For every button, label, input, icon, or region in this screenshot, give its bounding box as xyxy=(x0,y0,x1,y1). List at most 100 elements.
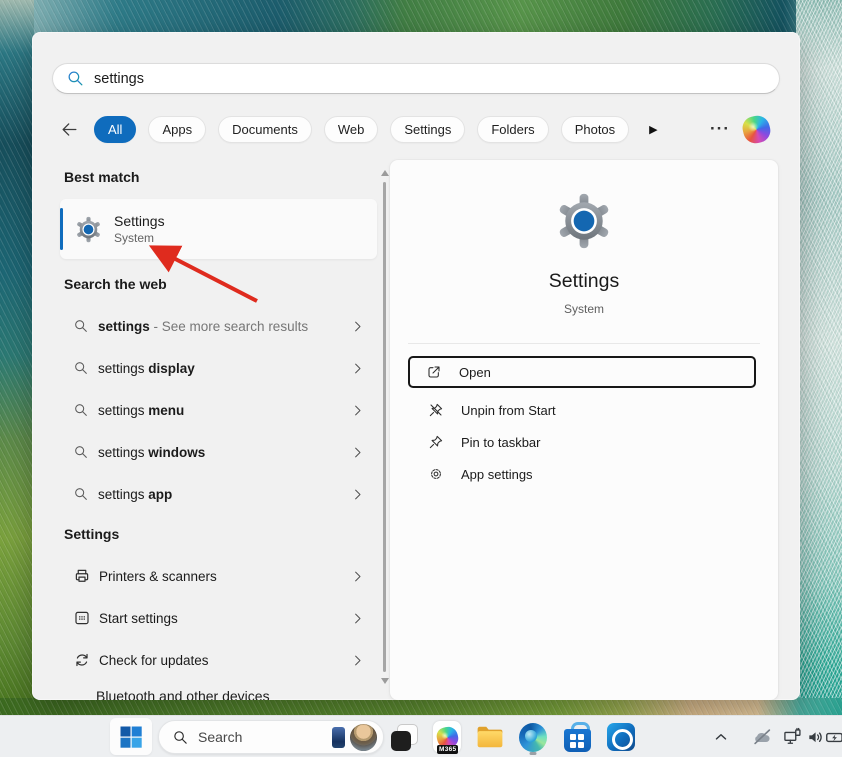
microsoft-store-button[interactable] xyxy=(557,718,597,756)
best-match-title: Settings xyxy=(114,213,165,229)
filter-tab-web[interactable]: Web xyxy=(324,116,379,143)
search-input[interactable] xyxy=(94,71,767,87)
chevron-right-icon xyxy=(350,403,365,418)
open-button[interactable]: Open xyxy=(408,356,756,388)
best-match-result[interactable]: Settings System xyxy=(60,199,377,259)
best-match-subtitle: System xyxy=(114,231,165,245)
running-indicator xyxy=(530,752,537,755)
battery-charging-icon xyxy=(825,727,842,748)
settings-item-check-updates[interactable]: Check for updates xyxy=(60,639,377,681)
search-icon xyxy=(73,360,89,376)
pin-icon xyxy=(428,434,444,450)
settings-item-start-settings[interactable]: Start settings xyxy=(60,597,377,639)
copilot-m365-button[interactable]: M365 xyxy=(427,718,467,756)
filter-tab-apps[interactable]: Apps xyxy=(148,116,206,143)
preview-app-title: Settings xyxy=(390,270,778,293)
web-suggestion-app[interactable]: settings app xyxy=(60,473,377,515)
preview-pane: Settings System Open Unpin from Start Pi… xyxy=(390,160,778,700)
tray-network-button[interactable] xyxy=(779,718,805,756)
chevron-right-icon xyxy=(350,319,365,334)
search-icon xyxy=(73,444,89,460)
filter-tab-photos[interactable]: Photos xyxy=(561,116,629,143)
settings-section-header: Settings xyxy=(64,526,119,542)
chevron-right-icon xyxy=(350,487,365,502)
chips-overflow-arrow-icon[interactable]: ▶ xyxy=(649,123,657,136)
chevron-right-icon xyxy=(350,569,365,584)
tray-cloud-sync-button[interactable] xyxy=(749,718,775,756)
search-icon xyxy=(172,729,189,746)
best-match-header: Best match xyxy=(64,169,139,185)
m365-badge: M365 xyxy=(437,745,458,754)
copilot-button[interactable] xyxy=(743,115,771,143)
settings-item-printers-scanners[interactable]: Printers & scanners xyxy=(60,555,377,597)
tray-battery-button[interactable] xyxy=(822,718,842,756)
chevron-right-icon xyxy=(350,361,365,376)
selection-accent-bar xyxy=(60,208,63,250)
copilot-icon xyxy=(740,113,773,146)
gear-icon xyxy=(428,466,444,482)
tray-hidden-icons-button[interactable] xyxy=(708,718,734,756)
screen: All Apps Documents Web Settings Folders … xyxy=(0,0,842,757)
web-suggestion-windows[interactable]: settings windows xyxy=(60,431,377,473)
search-icon xyxy=(73,486,89,502)
search-icon xyxy=(73,318,89,334)
web-suggestion-see-more[interactable]: settings - See more search results xyxy=(60,305,377,347)
taskbar: Search M365 xyxy=(0,715,842,757)
printer-icon xyxy=(73,567,91,585)
refresh-icon xyxy=(73,651,91,669)
folder-icon xyxy=(476,724,504,750)
action-unpin-from-start[interactable]: Unpin from Start xyxy=(408,397,756,423)
back-button[interactable] xyxy=(56,116,82,142)
filter-tab-documents[interactable]: Documents xyxy=(218,116,312,143)
action-pin-to-taskbar[interactable]: Pin to taskbar xyxy=(408,429,756,455)
wallpaper-water-right xyxy=(796,0,842,757)
open-external-icon xyxy=(426,364,442,380)
edge-icon xyxy=(519,723,547,752)
filter-bar: All Apps Documents Web Settings Folders … xyxy=(56,115,658,143)
wallpaper-cliff-top xyxy=(0,0,842,34)
divider xyxy=(408,343,760,344)
taskbar-search-label: Search xyxy=(198,729,242,745)
outlook-button[interactable] xyxy=(601,718,641,756)
filter-tab-folders[interactable]: Folders xyxy=(477,116,548,143)
outlook-icon xyxy=(607,723,635,751)
web-suggestion-menu[interactable]: settings menu xyxy=(60,389,377,431)
microsoft-store-icon xyxy=(564,722,591,752)
task-view-button[interactable] xyxy=(384,718,424,756)
clipped-list-item[interactable]: Bluetooth and other devices xyxy=(96,688,270,700)
bing-daily-thumbnail xyxy=(332,727,345,748)
unpin-icon xyxy=(428,402,444,418)
web-suggestion-display[interactable]: settings display xyxy=(60,347,377,389)
search-icon xyxy=(73,402,89,418)
scrollbar-up-arrow[interactable] xyxy=(381,170,389,176)
filter-tab-all[interactable]: All xyxy=(94,116,136,143)
start-menu-icon xyxy=(73,609,91,627)
wallpaper-water-left xyxy=(0,0,34,757)
filter-tab-settings[interactable]: Settings xyxy=(390,116,465,143)
more-options-button[interactable]: ··· xyxy=(705,116,735,142)
action-app-settings[interactable]: App settings xyxy=(408,461,756,487)
search-the-web-header: Search the web xyxy=(64,276,167,292)
arrow-left-icon xyxy=(60,120,79,139)
chevron-right-icon xyxy=(350,653,365,668)
settings-app-icon-large xyxy=(553,190,615,252)
scrollbar-thumb[interactable] xyxy=(383,182,386,672)
cloud-off-icon xyxy=(751,726,773,748)
windows-logo-icon xyxy=(119,725,143,749)
settings-app-icon xyxy=(74,215,103,244)
taskbar-search[interactable]: Search xyxy=(158,720,384,754)
task-view-icon xyxy=(391,724,418,751)
search-box[interactable] xyxy=(52,63,780,94)
search-icon xyxy=(66,69,85,88)
chevron-right-icon xyxy=(350,611,365,626)
wallpaper-vegetation-bottom xyxy=(0,698,842,716)
chevron-up-icon xyxy=(712,728,730,746)
edge-button[interactable] xyxy=(513,718,553,756)
start-button[interactable] xyxy=(110,718,152,755)
scrollbar-down-arrow[interactable] xyxy=(381,678,389,684)
ethernet-network-icon xyxy=(782,727,802,747)
open-label: Open xyxy=(459,365,491,380)
file-explorer-button[interactable] xyxy=(470,718,510,756)
chevron-right-icon xyxy=(350,445,365,460)
windows-search-flyout: All Apps Documents Web Settings Folders … xyxy=(32,32,800,700)
